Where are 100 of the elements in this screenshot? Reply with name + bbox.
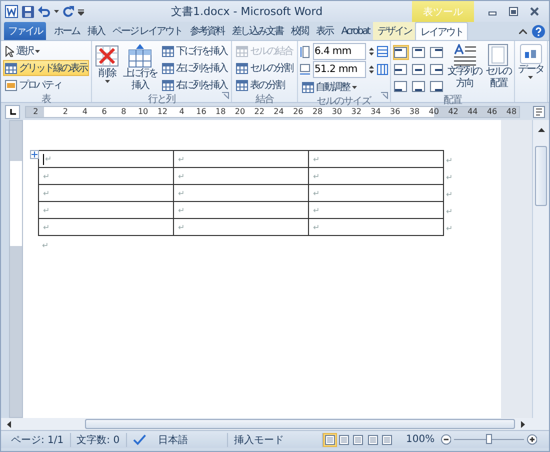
ruler-number: 40 [428, 106, 440, 116]
row-end-mark: ↵ [446, 190, 453, 198]
align-button[interactable] [410, 62, 426, 77]
align-button[interactable] [392, 45, 408, 60]
distribute-columns-icon[interactable] [376, 64, 388, 75]
gridlines-button[interactable]: グリッド線の表示 [3, 60, 89, 76]
redo-icon[interactable] [63, 6, 74, 17]
ruler-number: 38 [408, 106, 421, 116]
dialog-launcher-icon[interactable] [380, 92, 388, 99]
insert-left-button[interactable]: 左に列を挿入 [160, 60, 229, 76]
align-button[interactable] [428, 62, 444, 77]
insert-right-button[interactable]: 右に列を挿入 [160, 77, 229, 93]
width-field[interactable]: 51.2 mm [312, 61, 366, 78]
table-move-handle-icon[interactable] [30, 150, 39, 159]
cell-margins-icon [488, 44, 508, 66]
zoom-level: 100% [406, 434, 435, 445]
zoom-thumb[interactable] [486, 434, 492, 444]
align-button[interactable] [392, 79, 408, 94]
ribbon-tab[interactable]: Acrobat [337, 22, 374, 40]
ruler-number: 30 [330, 106, 344, 116]
view-ruler-icon[interactable] [533, 106, 545, 118]
align-button[interactable] [410, 45, 426, 60]
align-button[interactable] [410, 79, 426, 94]
scroll-right-icon[interactable] [521, 420, 525, 428]
word-icon[interactable] [5, 5, 18, 18]
ruler-number: 48 [505, 106, 518, 116]
help-icon[interactable] [532, 24, 545, 38]
view-button[interactable] [366, 432, 380, 446]
zoom-in-icon[interactable] [526, 434, 538, 445]
close-icon[interactable] [530, 7, 539, 16]
window-title: 文書1.docx - Microsoft Word [171, 4, 324, 19]
undo-icon[interactable] [38, 6, 50, 17]
merge-option[interactable]: 表の分割 [234, 77, 294, 93]
spinner-icon[interactable] [368, 65, 374, 74]
ribbon-tab[interactable]: 差し込み文書 [228, 22, 288, 40]
ruler-number: 12 [156, 106, 169, 116]
text-direction-icon [452, 44, 476, 66]
ribbon-tab[interactable]: 表示 [312, 22, 338, 40]
distribute-rows-icon[interactable] [376, 46, 388, 57]
cell-margins-button[interactable]: セルの 配置 [484, 43, 512, 94]
ribbon-tab[interactable]: ホーム [50, 22, 84, 40]
select-button[interactable]: 選択 [3, 43, 89, 59]
align-button[interactable] [392, 62, 408, 77]
maximize-icon[interactable] [509, 7, 518, 16]
text-direction-button[interactable]: 文字列の 方向 [446, 43, 482, 94]
ribbon-tab[interactable]: 参考資料 [186, 22, 228, 40]
page-count: ページ: 1/1 [5, 432, 71, 446]
ruler-number: 20 [234, 106, 246, 116]
word-count: 文字数: 0 [70, 432, 127, 446]
properties-button[interactable]: プロパティ [3, 77, 89, 93]
collapse-ribbon-icon[interactable] [519, 28, 527, 34]
ribbon-tab[interactable]: デザイン [373, 22, 416, 40]
row-end-mark: ↵ [446, 172, 453, 182]
customize-icon[interactable] [78, 8, 84, 16]
paragraph-mark: ↵ [313, 222, 320, 232]
dialog-launcher-icon[interactable] [222, 92, 229, 99]
paragraph-mark: ↵ [43, 188, 50, 198]
align-button[interactable] [428, 79, 444, 94]
ruler-number: 16 [195, 106, 208, 116]
view-button[interactable] [337, 432, 352, 446]
scroll-left-icon[interactable] [7, 420, 11, 428]
paragraph-mark: ↵ [178, 154, 185, 164]
insert-below-button[interactable]: 下に行を挿入 [160, 43, 229, 59]
scroll-up-icon[interactable] [538, 128, 544, 132]
scroll-thumb[interactable] [85, 419, 515, 429]
paragraph-mark: ↵ [178, 222, 185, 232]
delete-button[interactable]: 削除 [94, 43, 120, 93]
group-label: 表 [40, 93, 52, 107]
ribbon-tab[interactable]: 挿入 [84, 22, 108, 40]
ribbon-tab[interactable]: ページ レイアウト [108, 22, 186, 40]
merge-option[interactable]: セルの分割 [234, 60, 294, 76]
ribbon-tab[interactable]: ファイル [4, 22, 46, 40]
data-button[interactable]: データ [517, 43, 544, 102]
ribbon-tab[interactable]: 校閲 [287, 22, 312, 40]
ribbon-tab[interactable]: レイアウト [415, 22, 468, 40]
left-tab-icon [10, 108, 16, 114]
tab-selector[interactable] [5, 104, 20, 118]
ruler-number: 4 [178, 106, 186, 116]
paragraph-mark: ↵ [313, 206, 320, 214]
insert-above-button[interactable]: 上に行を 挿入 [122, 43, 158, 93]
height-field[interactable]: 6.4 mm [312, 43, 366, 60]
caret-icon [104, 80, 110, 83]
ruler-number: 44 [466, 106, 479, 116]
save-icon[interactable] [22, 6, 34, 18]
view-button[interactable] [322, 432, 338, 446]
paragraph-mark: ↵ [43, 172, 50, 180]
zoom-out-icon[interactable] [440, 434, 451, 445]
proofing-icon[interactable] [132, 434, 146, 446]
paragraph-mark: ↵ [178, 172, 185, 180]
align-button[interactable] [428, 45, 444, 60]
autofit-button[interactable]: 自動調整 [300, 79, 388, 95]
spinner-icon[interactable] [368, 47, 374, 56]
table-icon [236, 46, 248, 56]
view-button[interactable] [351, 432, 366, 446]
ruler-number: 24 [272, 106, 285, 116]
paragraph-mark: ↵ [178, 206, 185, 214]
view-button[interactable] [380, 432, 394, 446]
scroll-thumb[interactable] [535, 146, 547, 206]
insert-row-icon [128, 44, 152, 68]
ruler-number: 4 [81, 106, 88, 116]
